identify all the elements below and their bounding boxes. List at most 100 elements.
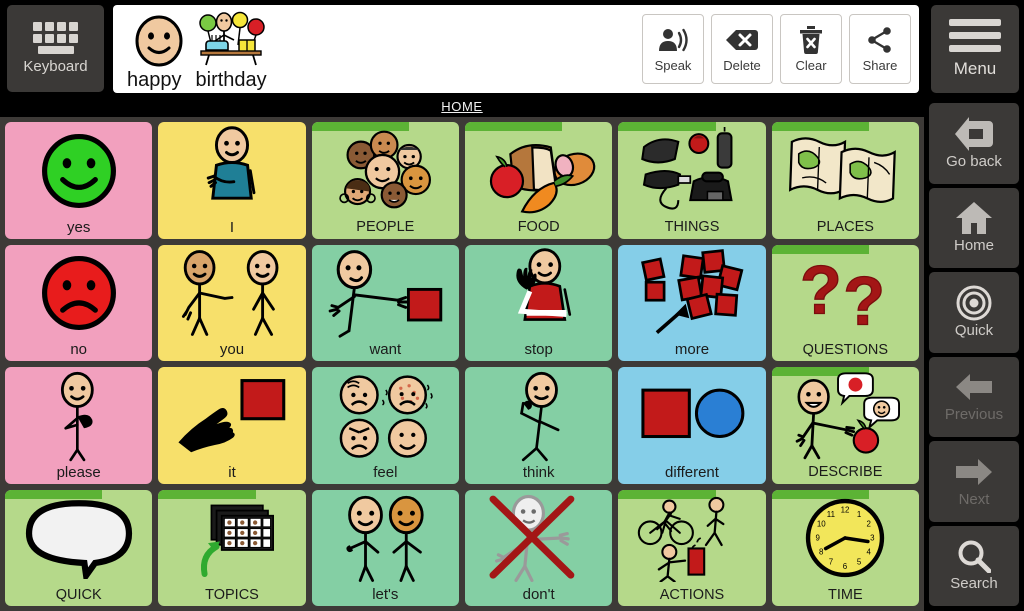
grid-cell-label: I <box>229 218 235 236</box>
trash-clear-icon <box>799 25 823 55</box>
sidebar-item-label: Home <box>953 237 994 255</box>
grid-cell-label: don't <box>522 586 555 603</box>
person-pointing-at-other-icon <box>158 248 305 340</box>
grid-cell-time[interactable]: 12 1 2 3 456 7 8 9 10 11 TIME <box>771 489 919 606</box>
grid-cell-i[interactable]: I <box>158 122 306 239</box>
keyboard-button[interactable]: Keyboard <box>7 5 104 92</box>
grid-cell-want[interactable]: want <box>311 244 459 361</box>
svg-text:?: ? <box>844 264 886 335</box>
grid-cell-people[interactable]: PEOPLE <box>311 122 459 239</box>
grid-cell-questions[interactable]: ? ? QUESTIONS <box>771 244 919 361</box>
hand-pointing-at-block-icon <box>158 370 305 462</box>
sidebar-home-button[interactable]: Home <box>929 187 1019 268</box>
search-icon <box>957 539 991 574</box>
happy-face-symbol <box>135 15 183 67</box>
svg-text:5: 5 <box>857 558 862 567</box>
grid-cell-stop[interactable]: stop <box>464 244 613 361</box>
sidebar-next-button: Next <box>929 441 1019 522</box>
grid-cell-don-t[interactable]: don't <box>464 489 613 606</box>
person-pointing-self-icon <box>158 125 305 217</box>
grid-cell-feel[interactable]: feel <box>311 367 459 484</box>
speak-button-label: Speak <box>654 58 692 73</box>
arrow-right-icon <box>954 455 994 489</box>
bread-apple-carrot-ham-icon <box>465 125 612 217</box>
two-people-together-icon <box>312 493 459 585</box>
grid-cell-no[interactable]: no <box>5 244 153 361</box>
grid-cell-label: stop <box>524 341 553 358</box>
grid-cell-label: QUESTIONS <box>802 341 889 358</box>
keyboard-icon <box>33 22 78 54</box>
breadcrumb-home[interactable]: HOME <box>441 99 482 114</box>
svg-text:7: 7 <box>829 558 833 567</box>
person-hand-up-red-shirt-icon <box>465 247 612 340</box>
phone-flashlight-objects-icon <box>618 125 765 217</box>
svg-text:3: 3 <box>870 534 875 543</box>
aac-communication-app: Keyboard happy birthday Speak Delete Cle… <box>0 0 1024 611</box>
share-button-label: Share <box>862 58 898 73</box>
clear-button[interactable]: Clear <box>780 14 842 84</box>
four-emotion-faces-icon <box>312 370 459 462</box>
grid-cell-label: THINGS <box>664 219 720 235</box>
grid-cell-it[interactable]: it <box>158 367 306 484</box>
group-of-faces-icon <box>312 125 459 217</box>
quick-target-icon <box>956 285 992 321</box>
arrow-left-icon <box>954 370 994 404</box>
breadcrumb: HOME <box>0 95 924 117</box>
grid-cell-label: ACTIONS <box>659 586 725 603</box>
grid-cell-actions[interactable]: ACTIONS <box>618 489 766 606</box>
delete-button[interactable]: Delete <box>711 14 773 84</box>
grid-cell-things[interactable]: THINGS <box>618 122 766 239</box>
navigation-sidebar: Go back Home Quick Previous Next Search <box>924 99 1024 611</box>
grid-cell-food[interactable]: FOOD <box>464 122 613 239</box>
message-actions: Speak Delete Clear Share <box>642 14 911 84</box>
speak-button[interactable]: Speak <box>642 14 704 84</box>
speech-bubble-icon <box>5 493 152 585</box>
crossed-out-person-icon <box>465 493 612 585</box>
grid-cell-label: QUICK <box>55 586 102 603</box>
menu-button-label: Menu <box>953 59 997 78</box>
grid-cell-describe[interactable]: DESCRIBE <box>771 367 919 484</box>
grid-cell-more[interactable]: more <box>618 244 766 361</box>
grid-cell-yes[interactable]: yes <box>5 122 153 239</box>
grid-cell-label: yes <box>66 218 91 236</box>
grid-cell-places[interactable]: PLACES <box>771 122 919 239</box>
grid-cell-you[interactable]: you <box>158 244 306 361</box>
grid-cell-let-s[interactable]: let's <box>311 489 459 606</box>
grid-cell-label: DESCRIBE <box>808 464 883 480</box>
sidebar-item-label: Go back <box>946 152 1002 170</box>
sidebar-search-button[interactable]: Search <box>929 525 1019 606</box>
grid-cell-please[interactable]: please <box>5 367 153 484</box>
birthday-cake-balloons-symbol <box>199 11 265 66</box>
grid-cell-label: you <box>219 341 245 358</box>
sidebar-go-back-button[interactable]: Go back <box>929 103 1019 184</box>
grid-cell-label: no <box>70 341 87 358</box>
grid-cell-label: more <box>674 341 710 358</box>
grid-cell-label: it <box>228 463 236 481</box>
message-bar[interactable]: happy birthday Speak Delete Clear Share <box>113 5 919 93</box>
grid-cell-label: please <box>56 463 101 481</box>
message-symbols <box>121 9 267 67</box>
grid-cell-topics[interactable]: TOPICS <box>158 489 306 606</box>
grid-cell-label: think <box>522 463 555 481</box>
hamburger-menu-icon <box>949 19 1001 52</box>
person-hand-on-chin-icon <box>465 370 612 462</box>
share-button[interactable]: Share <box>849 14 911 84</box>
svg-text:10: 10 <box>817 520 826 529</box>
home-icon <box>955 201 993 235</box>
message-words: happy birthday <box>121 69 267 92</box>
sidebar-quick-button[interactable]: Quick <box>929 272 1019 353</box>
svg-text:?: ? <box>800 253 842 329</box>
two-question-marks-icon: ? ? <box>772 248 919 340</box>
grid-cell-different[interactable]: different <box>618 367 766 484</box>
sidebar-item-label: Quick <box>954 321 994 339</box>
delete-button-label: Delete <box>723 58 761 73</box>
keyboard-button-label: Keyboard <box>23 58 88 75</box>
grid-cell-label: feel <box>373 463 398 481</box>
red-frowning-face-icon <box>5 248 152 340</box>
clear-button-label: Clear <box>795 58 827 73</box>
grid-cell-think[interactable]: think <box>464 367 613 484</box>
menu-button[interactable]: Menu <box>931 5 1019 93</box>
cyclist-walker-worker-icon <box>618 493 765 585</box>
grid-cell-quick[interactable]: QUICK <box>5 489 153 606</box>
message-word: happy <box>127 69 182 91</box>
